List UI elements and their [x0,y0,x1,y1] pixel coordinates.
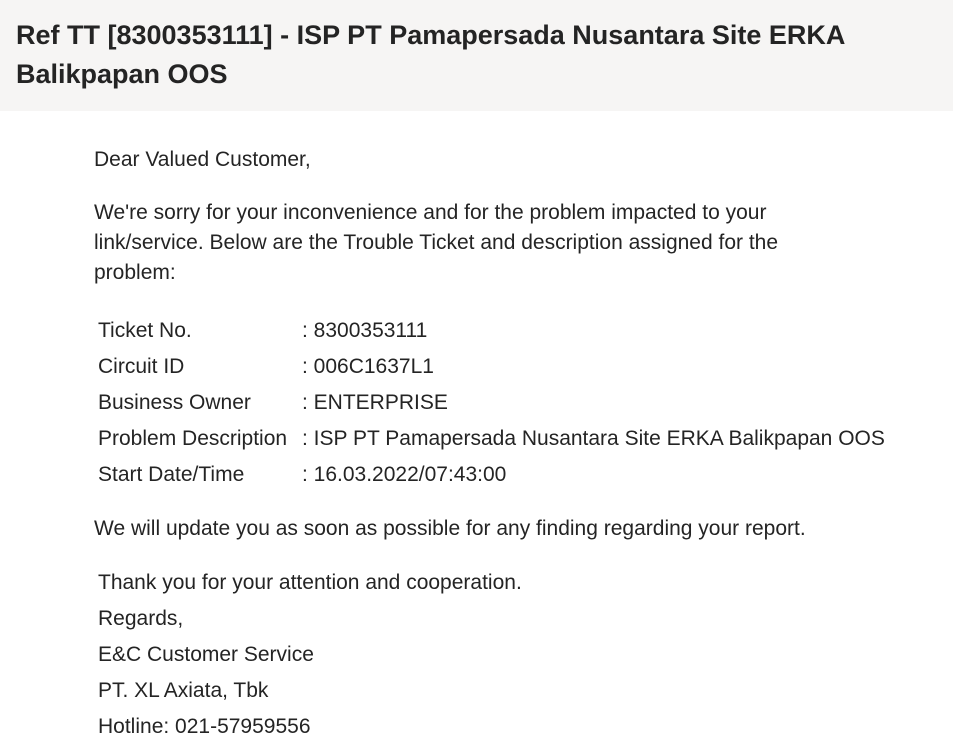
detail-label: Circuit ID [98,355,185,378]
detail-row-problem-description: Problem Description : ISP PT Pamapersada… [96,421,887,457]
detail-value: : ISP PT Pamapersada Nusantara Site ERKA… [302,427,885,450]
detail-label: Problem Description [98,427,288,450]
signature-block: Thank you for your attention and coopera… [98,565,914,745]
detail-row-start-datetime: Start Date/Time : 16.03.2022/07:43:00 [96,457,887,493]
ticket-details-table: Ticket No. : 8300353111 Circuit ID : 006… [96,313,887,493]
detail-row-circuit-id: Circuit ID : 006C1637L1 [96,349,887,385]
update-note: We will update you as soon as possible f… [94,517,806,540]
detail-value: : 006C1637L1 [302,355,434,378]
detail-row-ticket-no: Ticket No. : 8300353111 [96,313,887,349]
email-header: Ref TT [8300353111] - ISP PT Pamapersada… [0,0,953,111]
sender-team: E&C Customer Service [98,643,314,666]
detail-label: Ticket No. [98,319,192,342]
email-body: Dear Valued Customer, We're sorry for yo… [94,145,914,745]
detail-label: Business Owner [98,391,251,414]
hotline: Hotline: 021-57959556 [98,715,311,738]
detail-row-business-owner: Business Owner : ENTERPRISE [96,385,887,421]
regards-line: Regards, [98,607,184,630]
detail-value: : 16.03.2022/07:43:00 [302,463,507,486]
detail-value: : ENTERPRISE [302,391,448,414]
intro-paragraph: We're sorry for your inconvenience and f… [94,201,779,284]
detail-label: Start Date/Time [98,463,245,486]
email-subject: Ref TT [8300353111] - ISP PT Pamapersada… [16,20,845,89]
greeting: Dear Valued Customer, [94,148,311,171]
sender-company: PT. XL Axiata, Tbk [98,679,269,702]
thanks-line: Thank you for your attention and coopera… [98,571,522,594]
detail-value: : 8300353111 [302,319,428,342]
